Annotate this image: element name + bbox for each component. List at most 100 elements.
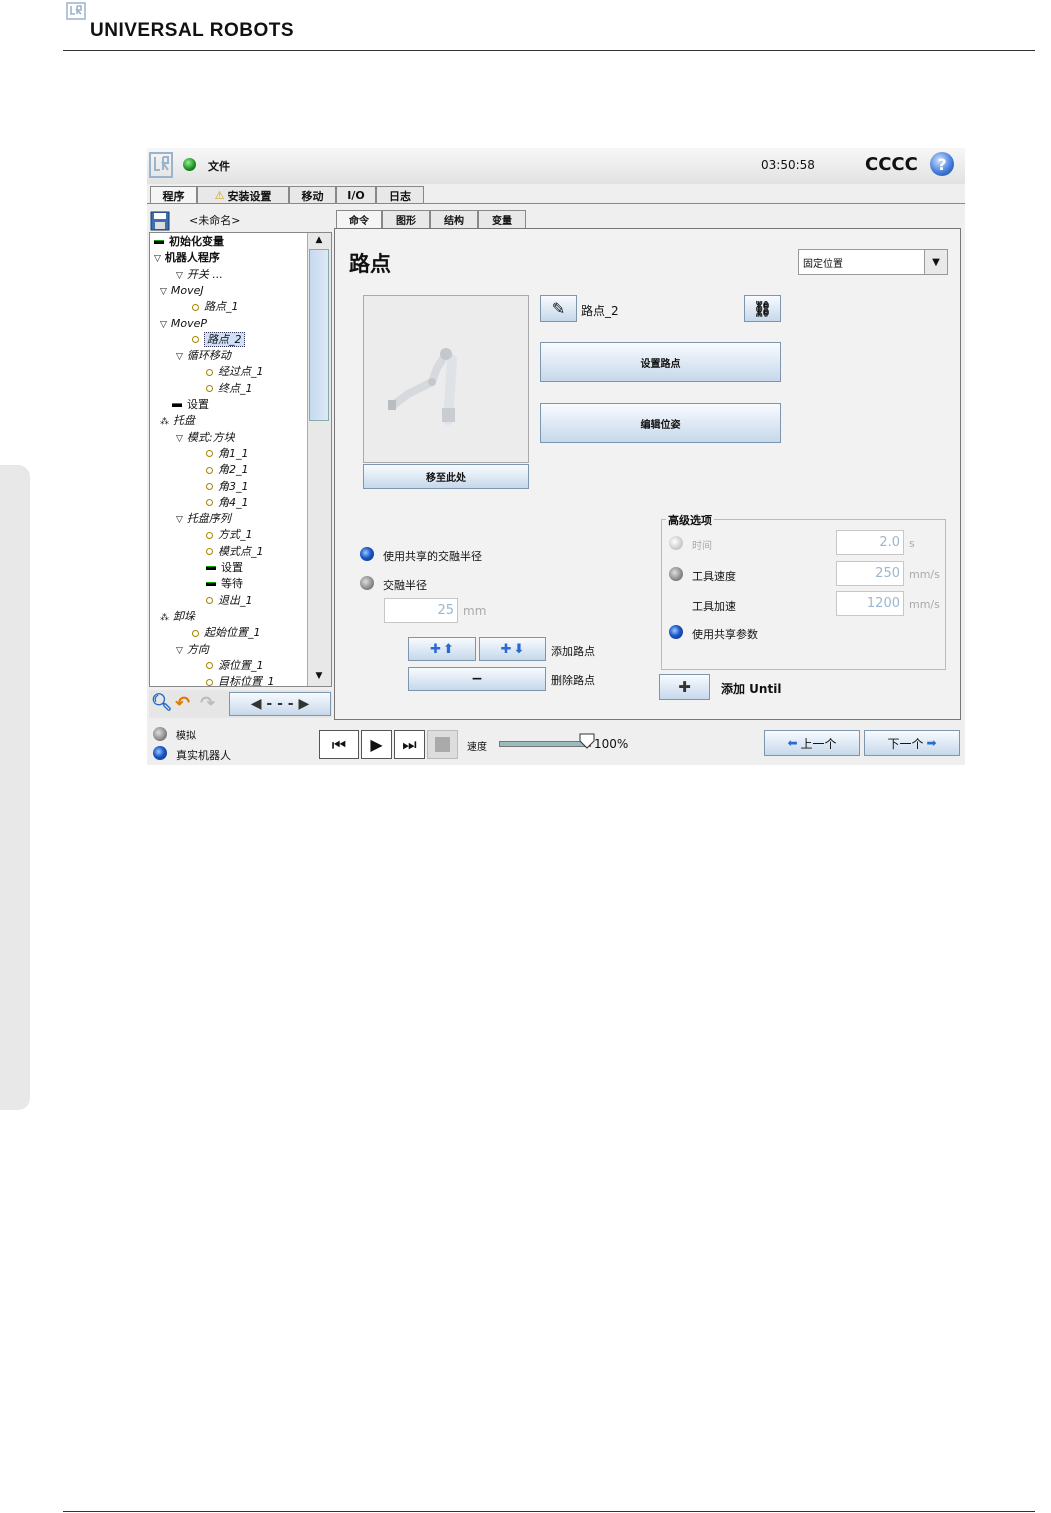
expand-collapse-button[interactable]: ◀ - - - ▶ xyxy=(229,692,331,716)
tab-graphics[interactable]: 图形 xyxy=(382,210,430,228)
tab-command[interactable]: 命令 xyxy=(336,210,382,228)
footer-divider xyxy=(63,1511,1035,1512)
edit-pose-button[interactable]: 编辑位姿 xyxy=(540,403,781,443)
tree-item[interactable]: 退出_1 xyxy=(206,594,253,608)
waypoint-node-icon xyxy=(206,466,213,474)
prev-label: 上一个 xyxy=(800,736,837,751)
waypoint-node-icon xyxy=(192,336,199,344)
tree-item[interactable]: 初始化变量 xyxy=(154,235,224,249)
undo-icon[interactable]: ↶ xyxy=(175,693,199,715)
delete-waypoint-button[interactable]: − xyxy=(408,667,546,691)
tree-item[interactable]: ▽ MoveP xyxy=(160,317,207,332)
tool-speed-radio[interactable] xyxy=(669,567,683,581)
add-until-button[interactable]: ✚ xyxy=(659,674,710,700)
tab-program[interactable]: 程序 xyxy=(150,186,197,204)
scroll-thumb[interactable] xyxy=(309,249,329,421)
tree-item[interactable]: ▽ 循环移动 xyxy=(176,349,231,364)
tree-item[interactable]: 角4_1 xyxy=(206,496,249,510)
pallet-node-icon: ⁂ xyxy=(160,612,169,623)
shared-blend-radio[interactable] xyxy=(360,547,374,561)
command-node-icon xyxy=(154,240,164,244)
next-button[interactable]: 下一个 ➡ xyxy=(864,730,960,756)
scroll-down-icon[interactable]: ▼ xyxy=(310,671,328,683)
real-robot-radio[interactable] xyxy=(153,746,167,760)
tree-item-label: 机器人程序 xyxy=(164,251,220,265)
tree-item[interactable]: 模式点_1 xyxy=(206,545,264,559)
help-icon[interactable]: ? xyxy=(930,152,954,176)
expand-triangle-icon: ▽ xyxy=(176,352,183,363)
position-type-select[interactable]: 固定位置 ▼ xyxy=(798,249,948,275)
edit-name-icon[interactable]: ✎ xyxy=(540,295,577,322)
tree-item[interactable]: 设置 xyxy=(206,561,243,575)
time-input[interactable]: 2.0 xyxy=(836,530,904,555)
shared-params-radio[interactable] xyxy=(669,625,683,639)
search-icon[interactable]: 🔍︎ xyxy=(151,693,175,715)
tree-item-label: MoveJ xyxy=(170,283,204,297)
tree-item[interactable]: ▽ 方向 xyxy=(176,643,209,658)
tree-item[interactable]: 经过点_1 xyxy=(206,365,264,379)
simulate-radio[interactable] xyxy=(153,727,167,741)
tree-item[interactable]: ▽ MoveJ xyxy=(160,284,204,299)
prev-button[interactable]: ⬅ 上一个 xyxy=(764,730,860,756)
tree-item-label: 模式点_1 xyxy=(218,544,264,558)
expand-triangle-icon: ▽ xyxy=(176,515,183,526)
tree-item[interactable]: 角2_1 xyxy=(206,463,249,477)
tab-variables[interactable]: 变量 xyxy=(478,210,526,228)
program-tree[interactable]: 初始化变量 ▽ 机器人程序 ▽ 开关 ... ▽ MoveJ 路点_1 ▽ MoveP 路点_2 ▽ 循… xyxy=(149,232,332,687)
save-icon[interactable] xyxy=(150,211,172,231)
tab-move[interactable]: 移动 xyxy=(289,186,336,204)
tab-installation[interactable]: ⚠ 安装设置 xyxy=(197,186,289,204)
tree-item[interactable]: ▽ 模式:方块 xyxy=(176,431,235,446)
tree-item[interactable]: 路点_2 xyxy=(192,331,245,347)
speed-slider-thumb[interactable] xyxy=(579,733,595,749)
tree-item[interactable]: 目标位置_1 xyxy=(206,675,275,686)
tree-item[interactable]: 角1_1 xyxy=(206,447,249,461)
tree-item-label: 路点_2 xyxy=(204,331,245,347)
tree-item[interactable]: 路点_1 xyxy=(192,300,239,314)
add-waypoint-after-button[interactable]: ✚ ⬇ xyxy=(479,637,546,661)
tree-item[interactable]: ⁂ 托盘 xyxy=(160,414,195,429)
file-menu[interactable]: 文件 xyxy=(208,158,230,174)
tool-accel-input[interactable]: 1200 xyxy=(836,591,904,616)
step-icon[interactable]: ⏭ xyxy=(394,730,425,759)
tree-item[interactable]: 角3_1 xyxy=(206,480,249,494)
tab-structure[interactable]: 结构 xyxy=(430,210,478,228)
blend-radius-input[interactable]: 25 xyxy=(384,598,458,623)
tree-item[interactable]: ▽ 机器人程序 xyxy=(154,251,220,266)
warning-icon: ⚠ xyxy=(214,189,225,202)
move-here-button[interactable]: 移至此处 xyxy=(363,464,529,489)
scroll-up-icon[interactable]: ▲ xyxy=(310,235,328,247)
redo-icon[interactable]: ↷ xyxy=(200,693,224,715)
tree-item[interactable]: 源位置_1 xyxy=(206,659,264,673)
time-radio[interactable] xyxy=(669,536,683,550)
blend-radius-radio[interactable] xyxy=(360,576,374,590)
link-icon[interactable]: ⛓ xyxy=(744,295,781,322)
tree-item[interactable]: ▽ 开关 ... xyxy=(176,268,223,283)
speed-slider[interactable] xyxy=(499,741,591,747)
tree-item[interactable]: 设置 xyxy=(172,398,209,412)
tree-item[interactable]: 起始位置_1 xyxy=(192,626,261,640)
command-node-icon xyxy=(206,566,216,570)
tab-log[interactable]: 日志 xyxy=(376,186,424,204)
speed-value: 100% xyxy=(594,737,629,751)
tool-speed-input[interactable]: 250 xyxy=(836,561,904,586)
add-waypoint-before-button[interactable]: ✚ ⬆ xyxy=(408,637,476,661)
tree-item[interactable]: ⁂ 卸垛 xyxy=(160,610,195,625)
tree-item[interactable]: 终点_1 xyxy=(206,382,253,396)
tree-item-label: 退出_1 xyxy=(218,593,253,607)
tab-io[interactable]: I/O xyxy=(336,186,376,204)
add-waypoint-label: 添加路点 xyxy=(551,645,595,658)
expand-triangle-icon: ▽ xyxy=(176,433,183,444)
waypoint-node-icon xyxy=(206,499,213,507)
tree-item[interactable]: 方式_1 xyxy=(206,528,253,542)
arrow-up-icon: ⬆ xyxy=(443,641,454,657)
chevron-down-icon[interactable]: ▼ xyxy=(924,250,947,274)
stop-icon[interactable] xyxy=(427,730,458,759)
rewind-icon[interactable]: ⏮ xyxy=(319,730,359,759)
play-icon[interactable]: ▶ xyxy=(361,730,392,759)
tree-item[interactable]: 等待 xyxy=(206,577,243,591)
set-waypoint-button[interactable]: 设置路点 xyxy=(540,342,781,382)
tree-item[interactable]: ▽ 托盘序列 xyxy=(176,512,231,527)
clock: 03:50:58 xyxy=(761,158,815,172)
simulate-label: 模拟 xyxy=(176,731,196,742)
